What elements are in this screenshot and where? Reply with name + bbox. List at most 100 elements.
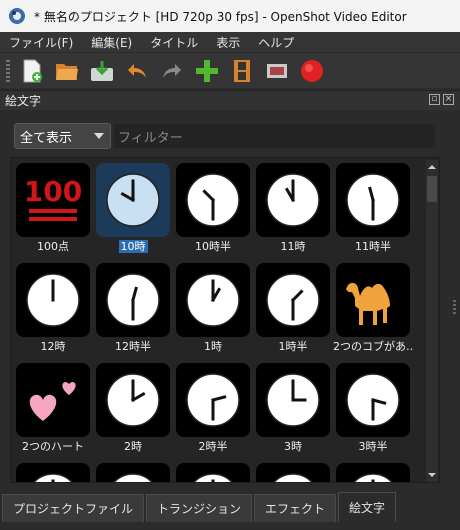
emoji-label-text: 2時半 <box>198 440 228 453</box>
clock-face-icon <box>353 473 393 482</box>
emoji-item[interactable] <box>93 460 173 482</box>
tab-label: 絵文字 <box>349 501 386 515</box>
menu-edit[interactable]: 編集(E) <box>88 34 135 51</box>
svg-text:100: 100 <box>24 175 82 208</box>
close-dock-icon[interactable]: × <box>443 94 454 105</box>
clock-face-icon <box>26 273 80 327</box>
emoji-item[interactable]: 3時 <box>253 360 333 456</box>
emoji-label-text: 3時 <box>284 440 302 453</box>
category-combo[interactable]: 全て表示 <box>14 123 111 149</box>
emoji-item[interactable]: 3時半 <box>333 360 413 456</box>
export-video-button[interactable] <box>300 59 324 83</box>
fullscreen-icon <box>267 63 287 78</box>
emoji-thumbnail <box>16 363 90 437</box>
dock-tab-bar: プロジェクトファイル トランジション エフェクト 絵文字 <box>0 490 460 522</box>
emoji-thumbnail <box>176 263 250 337</box>
emoji-label: 2時半 <box>173 438 253 454</box>
float-dock-icon[interactable]: ▫ <box>429 94 440 105</box>
undo-button[interactable] <box>125 59 149 83</box>
emoji-label: 11時 <box>253 238 333 254</box>
dock-resize-grip[interactable] <box>453 300 456 314</box>
hundred-points-icon: 100 <box>23 171 83 230</box>
emoji-thumbnail <box>176 163 250 237</box>
filter-input[interactable]: フィルター <box>113 123 436 149</box>
clock-face-icon <box>186 273 240 327</box>
emoji-label: 11時半 <box>333 238 413 254</box>
save-project-button[interactable] <box>90 59 114 83</box>
toolbar-grip[interactable] <box>6 59 10 82</box>
emoji-label: 12時 <box>13 338 93 354</box>
scroll-down-icon[interactable] <box>427 470 437 480</box>
vertical-scrollbar[interactable] <box>426 160 438 482</box>
emoji-item[interactable]: 12時 <box>13 260 93 356</box>
emoji-item[interactable] <box>253 460 333 482</box>
two-hump-camel-icon <box>342 271 404 330</box>
emoji-item[interactable]: 12時半 <box>93 260 173 356</box>
clock-face-icon <box>266 273 320 327</box>
tab-transitions[interactable]: トランジション <box>146 494 253 522</box>
new-project-button[interactable] <box>20 59 44 83</box>
emoji-item[interactable]: 2時 <box>93 360 173 456</box>
emoji-thumbnail <box>176 463 250 482</box>
title-bar: * 無名のプロジェクト [HD 720p 30 fps] - OpenShot … <box>0 0 460 32</box>
tab-emojis[interactable]: 絵文字 <box>338 492 397 522</box>
clock-face-icon <box>273 473 313 482</box>
emoji-label-text: 2つのハート <box>22 440 84 453</box>
filter-placeholder: フィルター <box>118 130 183 146</box>
menu-help[interactable]: ヘルプ <box>255 34 297 51</box>
emoji-thumbnail <box>96 463 170 482</box>
emoji-item[interactable]: 1時 <box>173 260 253 356</box>
fullscreen-button[interactable] <box>265 59 289 83</box>
dock-title: 絵文字 <box>5 94 42 108</box>
emoji-thumbnail <box>256 363 330 437</box>
menu-view[interactable]: 表示 <box>213 34 243 51</box>
emoji-label: 10時 <box>93 238 173 254</box>
emoji-item[interactable]: 2つのコブがあ… <box>333 260 413 356</box>
emoji-label-text: 3時半 <box>358 440 388 453</box>
open-project-icon <box>56 63 78 80</box>
emoji-item[interactable]: 100 100点 <box>13 160 93 256</box>
window-title: * 無名のプロジェクト [HD 720p 30 fps] - OpenShot … <box>34 9 407 24</box>
clock-face-icon <box>266 373 320 427</box>
emoji-item[interactable]: 11時半 <box>333 160 413 256</box>
emoji-label: 2時 <box>93 438 173 454</box>
emoji-thumbnail <box>16 263 90 337</box>
clock-face-icon <box>106 273 160 327</box>
tab-project-files[interactable]: プロジェクトファイル <box>2 494 145 522</box>
choose-profile-icon <box>234 59 250 82</box>
import-files-button[interactable] <box>195 59 219 83</box>
emoji-item[interactable]: 1時半 <box>253 260 333 356</box>
menu-title[interactable]: タイトル <box>147 34 201 51</box>
emoji-item[interactable]: 11時 <box>253 160 333 256</box>
emoji-item[interactable]: 2つのハート <box>13 360 93 456</box>
import-files-icon <box>196 59 218 82</box>
menu-bar: ファイル(F) 編集(E) タイトル 表示 ヘルプ <box>0 32 460 52</box>
tab-label: プロジェクトファイル <box>13 502 134 516</box>
new-project-icon <box>23 59 42 82</box>
emoji-label: 100点 <box>13 238 93 254</box>
emoji-label-text: 10時 <box>118 240 148 253</box>
choose-profile-button[interactable] <box>230 59 254 83</box>
open-project-button[interactable] <box>55 59 79 83</box>
clock-face-icon <box>266 173 320 227</box>
emoji-item[interactable] <box>333 460 413 482</box>
scrollbar-thumb[interactable] <box>427 176 437 202</box>
emoji-item[interactable]: 10時半 <box>173 160 253 256</box>
emoji-item[interactable]: 10時 <box>93 160 173 256</box>
emoji-item[interactable] <box>173 460 253 482</box>
scroll-up-icon[interactable] <box>427 162 437 172</box>
clock-face-icon <box>33 473 73 482</box>
emoji-thumbnail: 100 <box>16 163 90 237</box>
emoji-item[interactable]: 2時半 <box>173 360 253 456</box>
emoji-thumbnail <box>176 363 250 437</box>
emoji-label-text: 10時半 <box>195 240 231 253</box>
tab-effects[interactable]: エフェクト <box>254 494 337 522</box>
redo-button[interactable] <box>160 59 184 83</box>
tab-label: トランジション <box>157 502 242 516</box>
menu-file[interactable]: ファイル(F) <box>6 34 76 51</box>
emoji-label: 1時半 <box>253 338 333 354</box>
emoji-item[interactable] <box>13 460 93 482</box>
emoji-label-text: 1時 <box>204 340 222 353</box>
emoji-thumbnail <box>96 263 170 337</box>
emoji-label-text: 1時半 <box>278 340 308 353</box>
